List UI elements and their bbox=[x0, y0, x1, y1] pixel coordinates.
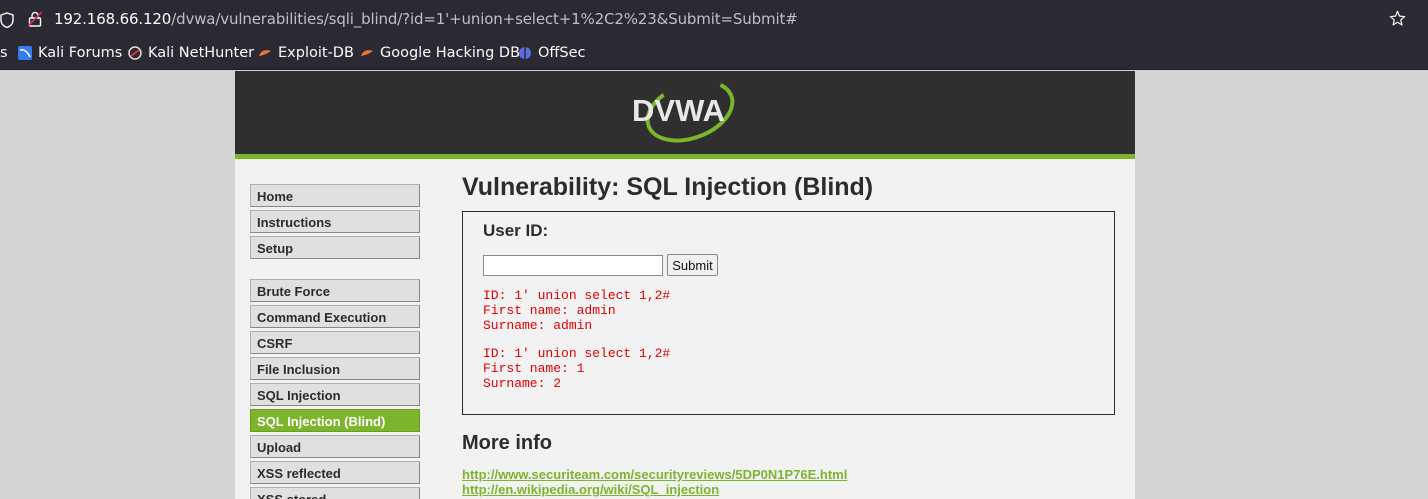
menu-item-xss-reflected[interactable]: XSS reflected bbox=[250, 461, 420, 484]
url-host: 192.168.66.120 bbox=[54, 10, 172, 28]
bookmark-google-hacking-db[interactable]: Google Hacking DB bbox=[360, 45, 520, 61]
header-accent-bar bbox=[235, 154, 1135, 159]
menu-item-command-execution[interactable]: Command Execution bbox=[250, 305, 420, 328]
menu-item-setup[interactable]: Setup bbox=[250, 236, 420, 259]
bookmark-exploit-db[interactable]: Exploit-DB bbox=[258, 45, 354, 61]
menu-item-file-inclusion[interactable]: File Inclusion bbox=[250, 357, 420, 380]
menu-item-xss-stored[interactable]: XSS stored bbox=[250, 487, 420, 499]
menu-item-sql-injection-blind[interactable]: SQL Injection (Blind) bbox=[250, 409, 420, 432]
result-id: ID: 1' union select 1,2# bbox=[483, 288, 671, 303]
exploitdb-icon bbox=[259, 50, 271, 56]
bookmark-kali-nethunter[interactable]: Kali NetHunter bbox=[128, 45, 254, 61]
result-surname: Surname: 2 bbox=[483, 376, 562, 391]
user-id-label: User ID: bbox=[483, 221, 549, 240]
logo-text: DVWA bbox=[632, 93, 725, 128]
dvwa-logo: DVWA bbox=[632, 81, 735, 143]
bookmark-label: Kali Forums bbox=[38, 45, 123, 61]
result-first-name: First name: admin bbox=[483, 303, 616, 318]
result-block: ID: 1' union select 1,2# First name: admi… bbox=[483, 288, 670, 333]
page-title: Vulnerability: SQL Injection (Blind) bbox=[462, 173, 874, 201]
menu-item-csrf[interactable]: CSRF bbox=[250, 331, 420, 354]
user-id-input[interactable] bbox=[483, 255, 663, 276]
bookmark-label: Google Hacking DB bbox=[380, 45, 521, 61]
bookmark-truncated[interactable]: s bbox=[0, 45, 8, 61]
bookmark-offsec[interactable]: OffSec bbox=[518, 45, 586, 61]
more-info-link[interactable]: http://www.securiteam.com/securityreview… bbox=[462, 467, 847, 482]
bookmark-label: OffSec bbox=[538, 45, 586, 61]
bookmark-kali-forums[interactable]: Kali Forums bbox=[18, 45, 122, 61]
bookmark-star-icon[interactable] bbox=[1389, 10, 1406, 27]
menu-item-upload[interactable]: Upload bbox=[250, 435, 420, 458]
bookmarks-toolbar: s Kali Forums Kali NetHunter Exploit-DB … bbox=[0, 38, 1428, 70]
ghdb-icon bbox=[361, 50, 373, 56]
kali-icon bbox=[18, 46, 32, 60]
more-info-link[interactable]: http://en.wikipedia.org/wiki/SQL_injecti… bbox=[462, 482, 719, 497]
submit-button[interactable]: Submit bbox=[667, 254, 718, 276]
result-first-name: First name: 1 bbox=[483, 361, 585, 376]
nethunter-icon bbox=[128, 46, 142, 60]
more-info-heading: More info bbox=[462, 432, 552, 454]
menu-item-instructions[interactable]: Instructions bbox=[250, 210, 420, 233]
result-id: ID: 1' union select 1,2# bbox=[483, 346, 671, 361]
insecure-lock-icon[interactable] bbox=[28, 11, 42, 27]
result-block: ID: 1' union select 1,2# First name: 1 Sur… bbox=[483, 346, 670, 391]
menu-item-brute-force[interactable]: Brute Force bbox=[250, 279, 420, 302]
menu-item-home[interactable]: Home bbox=[250, 184, 420, 207]
offsec-icon bbox=[519, 47, 531, 59]
dvwa-header: DVWA bbox=[235, 71, 1135, 154]
menu-item-sql-injection[interactable]: SQL Injection bbox=[250, 383, 420, 406]
url-text[interactable]: 192.168.66.120/dvwa/vulnerabilities/sqli… bbox=[54, 10, 798, 28]
shield-icon[interactable] bbox=[0, 12, 14, 28]
browser-url-bar[interactable]: 192.168.66.120/dvwa/vulnerabilities/sqli… bbox=[0, 0, 1428, 38]
bookmark-label: Exploit-DB bbox=[278, 45, 354, 61]
result-surname: Surname: admin bbox=[483, 318, 593, 333]
url-path: /dvwa/vulnerabilities/sqli_blind/?id=1'+… bbox=[171, 10, 798, 28]
page-viewport: DVWA Home Instructions Setup Brute Force… bbox=[0, 71, 1428, 499]
vulnerable-code-area: User ID: Submit ID: 1' union select 1,2#… bbox=[462, 211, 1115, 415]
dvwa-container: DVWA Home Instructions Setup Brute Force… bbox=[235, 71, 1135, 499]
bookmark-label: Kali NetHunter bbox=[148, 45, 255, 61]
bookmark-label: s bbox=[0, 45, 8, 61]
